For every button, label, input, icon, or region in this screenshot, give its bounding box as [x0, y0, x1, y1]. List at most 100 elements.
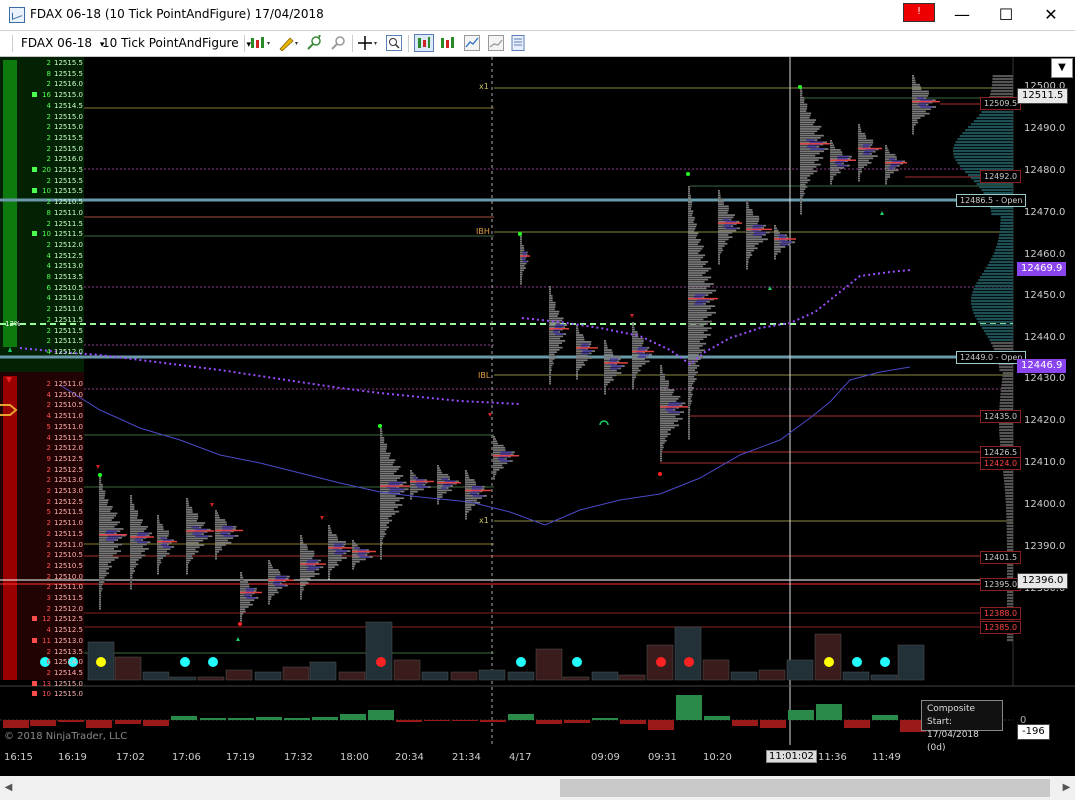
value-area-bar: [194, 528, 207, 531]
profile-bar: [688, 201, 693, 204]
bar-style-icon[interactable]: [250, 35, 272, 51]
zoom-in-icon[interactable]: [306, 35, 322, 51]
delta-bar: [872, 715, 898, 720]
profile-bar: [268, 566, 273, 569]
value-area-bar: [581, 352, 590, 355]
chart-panel[interactable]: 12509.5 12492.0 12486.5 - Open 12449.0 -…: [0, 57, 1075, 800]
profile-bar: [830, 151, 843, 153]
profile-bar: [549, 319, 563, 322]
value-area-bar: [522, 260, 528, 263]
profile-bar: [576, 341, 592, 343]
ladder-price: 12511.5: [54, 508, 83, 517]
profile-bar: [130, 503, 135, 506]
instrument-selector[interactable]: FDAX 06-18 ▾: [21, 36, 104, 50]
session-profile-bar: [1004, 486, 1013, 489]
alert-button[interactable]: !: [903, 3, 935, 22]
profile-bar: [858, 124, 860, 126]
profile-bar: [465, 508, 472, 511]
magnifier-icon[interactable]: [386, 35, 402, 51]
pencil-icon[interactable]: [278, 35, 300, 51]
profile-bar: [410, 472, 414, 475]
scroll-left-icon[interactable]: ◀: [0, 776, 17, 800]
delta-bar: [115, 720, 141, 724]
strategies-icon[interactable]: [464, 35, 480, 51]
profile-bar: [328, 557, 347, 559]
toolbar-separator: [408, 35, 409, 52]
session-profile-bar: [999, 423, 1013, 426]
profile-bar: [240, 619, 242, 622]
profile-bar: [688, 404, 691, 407]
profile-bar: [632, 328, 635, 331]
profile-bar: [718, 240, 726, 243]
properties-icon[interactable]: [510, 35, 526, 51]
session-profile-bar: [1006, 540, 1013, 543]
value-area-bar: [105, 532, 115, 535]
templates-icon[interactable]: [488, 35, 504, 51]
chevron-down-icon[interactable]: ▼: [1051, 58, 1073, 78]
profile-bar: [632, 383, 634, 385]
profile-bar: [465, 497, 482, 500]
profile-bar: [99, 594, 102, 597]
profile-bar: [328, 559, 342, 562]
scroll-right-icon[interactable]: ▶: [1058, 776, 1075, 800]
value-area-bar: [306, 561, 316, 564]
profile-bar: [632, 365, 642, 367]
session-profile-bar: [987, 336, 1013, 339]
period-selector[interactable]: 10 Tick PointAndFigure ▾: [102, 36, 251, 50]
profile-bar: [130, 521, 143, 524]
profile-bar: [130, 567, 134, 570]
maximize-button[interactable]: ☐: [983, 0, 1029, 30]
value-area-bar: [836, 164, 847, 167]
close-button[interactable]: ✕: [1028, 0, 1074, 30]
profile-bar: [746, 258, 749, 261]
profile-bar: [130, 506, 135, 508]
time-axis[interactable]: 16:15 16:19 17:02 17:06 17:19 17:32 18:00 20:34…: [0, 748, 1075, 768]
session-profile-bar: [972, 291, 1013, 294]
window-title: FDAX 06-18 (10 Tick PointAndFigure) 17/0…: [30, 7, 324, 21]
profile-bar: [186, 517, 198, 520]
profile-bar: [549, 295, 553, 297]
profile-bar: [688, 241, 700, 243]
value-area-bar: [333, 545, 343, 548]
profile-bar: [99, 548, 114, 550]
profile-bar: [130, 572, 134, 575]
minimize-button[interactable]: —: [939, 0, 985, 30]
ladder-qty: 2: [46, 497, 51, 506]
indicators-icon[interactable]: [440, 35, 456, 51]
delta-bar: [732, 720, 758, 726]
profile-bar: [240, 610, 246, 613]
profile-bar: [632, 380, 634, 383]
delta-bar: [30, 720, 56, 726]
chart-canvas[interactable]: [0, 57, 1075, 800]
profile-bar: [912, 119, 918, 122]
profile-bar: [746, 260, 749, 263]
scroll-thumb[interactable]: [560, 779, 1050, 797]
zoom-out-icon[interactable]: [330, 35, 346, 51]
value-area-bar: [357, 553, 366, 556]
profile-bar: [99, 497, 105, 499]
profile-bar: [186, 537, 208, 540]
profile-bar: [215, 523, 228, 526]
horizontal-scrollbar[interactable]: ◀ ▶: [0, 776, 1075, 800]
profile-bar: [688, 373, 697, 376]
delta-bar: [312, 717, 338, 720]
profile-bar: [380, 466, 401, 468]
chart-trader-icon[interactable]: [414, 34, 434, 52]
volume-bar: [897, 644, 925, 681]
value-area-bar: [693, 296, 702, 299]
profile-bar: [800, 177, 808, 179]
volume-bar: [730, 671, 758, 681]
profile-bar: [632, 378, 635, 381]
ladder-price: 12515.0: [54, 144, 83, 153]
session-profile-bar: [1006, 603, 1013, 606]
profile-bar: [493, 462, 508, 465]
value-area-bar: [472, 495, 484, 497]
profile-bar: [99, 607, 101, 610]
profile-bar: [99, 519, 112, 521]
ladder-price: 12515.0: [54, 123, 83, 132]
profile-bar: [746, 213, 754, 216]
time-axis-label: 17:32: [284, 752, 313, 763]
value-area-bar: [106, 530, 118, 533]
crosshair-icon[interactable]: [358, 35, 380, 51]
profile-bar: [240, 583, 250, 586]
